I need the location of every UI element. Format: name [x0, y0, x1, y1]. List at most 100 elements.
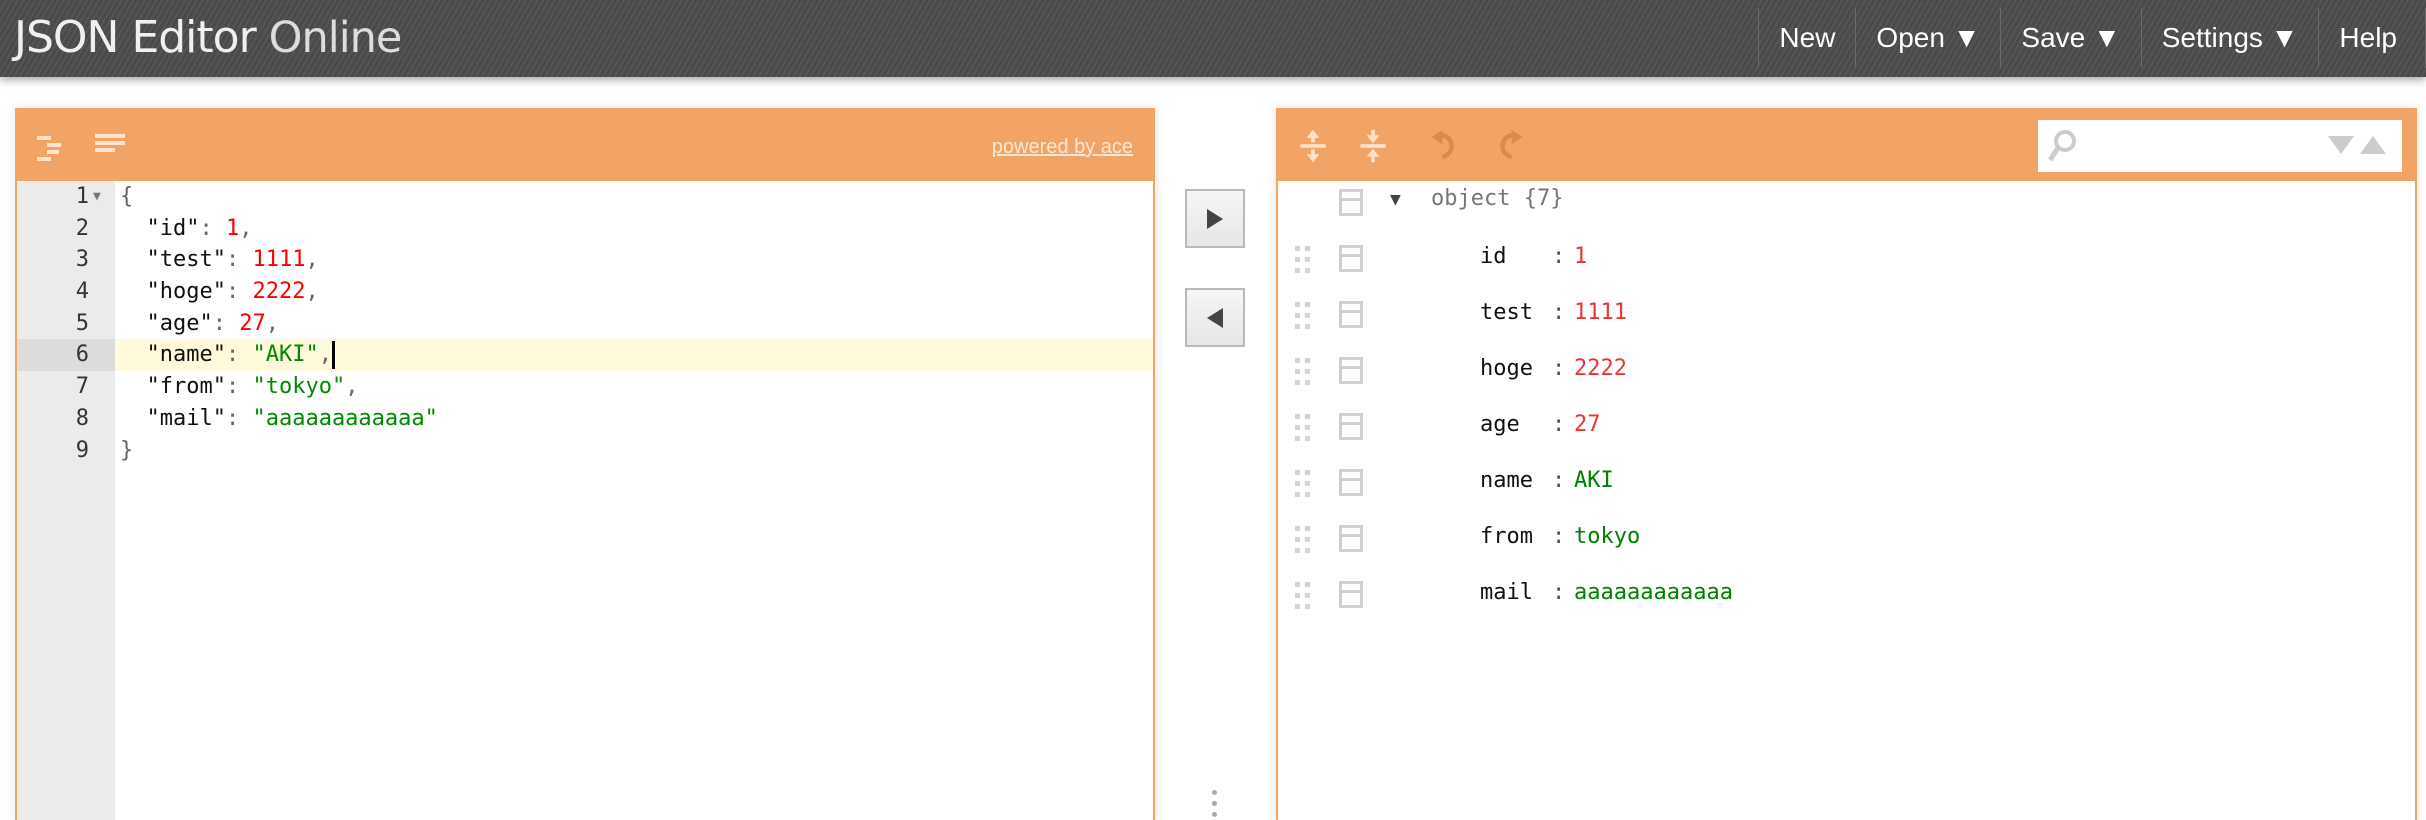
title-bold: JSON Editor [14, 12, 257, 63]
text-cursor [331, 341, 335, 370]
redo-icon[interactable] [1490, 128, 1526, 164]
line-number: 3 [75, 247, 89, 273]
code-token: "tokyo" [252, 374, 346, 400]
code-token: { [120, 184, 134, 209]
copy-to-right-button[interactable] [1185, 189, 1245, 248]
code-token: , [305, 279, 319, 305]
search-previous-icon[interactable] [2360, 136, 2386, 156]
context-menu-button[interactable] [1339, 357, 1363, 384]
code-line[interactable]: 9} [17, 435, 1153, 467]
drag-handle-icon[interactable] [1295, 526, 1311, 554]
code-text: "from": "tokyo", [115, 371, 358, 403]
field-value[interactable]: 1 [1574, 244, 1587, 269]
drag-handle-icon[interactable] [1295, 302, 1311, 330]
menu-settings[interactable]: Settings ▼ [2140, 8, 2319, 68]
field-value[interactable]: aaaaaaaaaaaa [1574, 580, 1733, 605]
field-name[interactable]: id [1480, 244, 1507, 269]
context-menu-button[interactable] [1339, 413, 1363, 440]
code-line[interactable]: 3 "test": 1111, [17, 244, 1153, 276]
drag-handle-icon[interactable] [1295, 358, 1311, 386]
field-name[interactable]: mail [1480, 580, 1533, 605]
field-value[interactable]: 1111 [1574, 300, 1627, 325]
search-icon [2047, 130, 2076, 162]
code-text: "id": 1, [115, 213, 252, 245]
code-token: 1 [225, 215, 240, 241]
root-object-label: object {7} [1431, 186, 1564, 211]
context-menu-button[interactable] [1339, 525, 1363, 552]
field-value[interactable]: 27 [1574, 412, 1601, 437]
menu-help[interactable]: Help [2318, 8, 2426, 68]
code-token: : [199, 215, 226, 241]
app-title: JSON Editor Online [14, 12, 403, 63]
context-menu-button[interactable] [1339, 245, 1363, 272]
title-light: Online [268, 13, 403, 63]
code-line[interactable]: 1 ▼ { [17, 181, 1153, 213]
compact-icon[interactable] [93, 130, 129, 166]
tree-field-row: test : 1111 [1278, 287, 2415, 343]
code-token: , [239, 215, 253, 241]
undo-icon[interactable] [1428, 128, 1464, 164]
field-value[interactable]: 2222 [1574, 356, 1627, 381]
code-line[interactable]: 7 "from": "tokyo", [17, 371, 1153, 403]
field-value[interactable]: tokyo [1574, 524, 1640, 549]
code-toolbar: powered by ace [17, 110, 1153, 181]
copy-to-left-button[interactable] [1185, 288, 1245, 347]
app-header: JSON Editor Online New Open ▼ Save ▼ Set… [0, 0, 2426, 77]
search-box [2038, 120, 2402, 172]
code-token: , [265, 310, 279, 336]
code-text-area[interactable]: 1 ▼{2 "id": 1, 3 "test": 1111, 4 "hoge": 22… [17, 181, 1153, 820]
drag-handle-icon[interactable] [1295, 414, 1311, 442]
line-number: 2 [75, 215, 89, 241]
tree-field-row: mail : aaaaaaaaaaaa [1278, 567, 2415, 623]
field-value[interactable]: AKI [1574, 468, 1614, 493]
code-line[interactable]: 4 "hoge": 2222, [17, 276, 1153, 308]
code-token: "aaaaaaaaaaaa" [252, 405, 438, 431]
context-menu-button[interactable] [1339, 469, 1363, 496]
collapse-triangle-icon[interactable]: ▼ [1390, 189, 1401, 210]
field-name[interactable]: from [1480, 524, 1533, 549]
line-number: 5 [75, 310, 89, 336]
context-menu-button[interactable] [1339, 301, 1363, 328]
fold-arrow-icon[interactable]: ▼ [93, 181, 101, 213]
code-token: : [225, 279, 253, 305]
format-icon[interactable] [35, 132, 71, 168]
field-separator: : [1552, 468, 1566, 493]
field-name[interactable]: hoge [1480, 356, 1533, 381]
collapse-all-icon[interactable] [1355, 128, 1391, 164]
menu-save[interactable]: Save ▼ [2000, 8, 2140, 68]
code-text: "mail": "aaaaaaaaaaaa" [115, 403, 438, 435]
tree-editor-panel: ▼ object {7} id : 1 test : 1111 hoge : 2… [1276, 108, 2417, 820]
tree-root-row: ▼ object {7} [1278, 175, 2415, 231]
context-menu-button[interactable] [1339, 189, 1363, 216]
code-text: "hoge": 2222, [115, 276, 319, 308]
code-token: : [225, 342, 253, 368]
code-token: : [225, 374, 253, 400]
powered-by-ace-link[interactable]: powered by ace [992, 136, 1133, 159]
expand-all-icon[interactable] [1295, 128, 1331, 164]
code-line[interactable]: 8 "mail": "aaaaaaaaaaaa" [17, 403, 1153, 435]
line-number: 8 [75, 405, 89, 431]
line-number: 4 [75, 279, 89, 305]
drag-handle-icon[interactable] [1295, 246, 1311, 274]
code-token: , [305, 247, 319, 273]
code-line[interactable]: 2 "id": 1, [17, 213, 1153, 245]
field-name[interactable]: test [1480, 300, 1533, 325]
search-next-icon[interactable] [2328, 136, 2354, 156]
line-number: 9 [75, 437, 89, 463]
menu-open[interactable]: Open ▼ [1855, 8, 2000, 68]
code-line[interactable]: 6 "name": "AKI", [17, 339, 1153, 372]
field-name[interactable]: age [1480, 412, 1520, 437]
line-number: 6 [17, 339, 115, 372]
code-text: "test": 1111, [115, 244, 319, 276]
drag-handle-icon[interactable] [1295, 582, 1311, 610]
context-menu-button[interactable] [1339, 581, 1363, 608]
splitter-handle[interactable] [1212, 790, 1220, 820]
menu-new[interactable]: New [1758, 8, 1855, 68]
field-separator: : [1552, 524, 1566, 549]
drag-handle-icon[interactable] [1295, 470, 1311, 498]
field-name[interactable]: name [1480, 468, 1533, 493]
search-input[interactable] [2088, 128, 2308, 164]
code-token: 2222 [252, 279, 306, 305]
field-separator: : [1552, 412, 1566, 437]
code-line[interactable]: 5 "age": 27, [17, 308, 1153, 340]
